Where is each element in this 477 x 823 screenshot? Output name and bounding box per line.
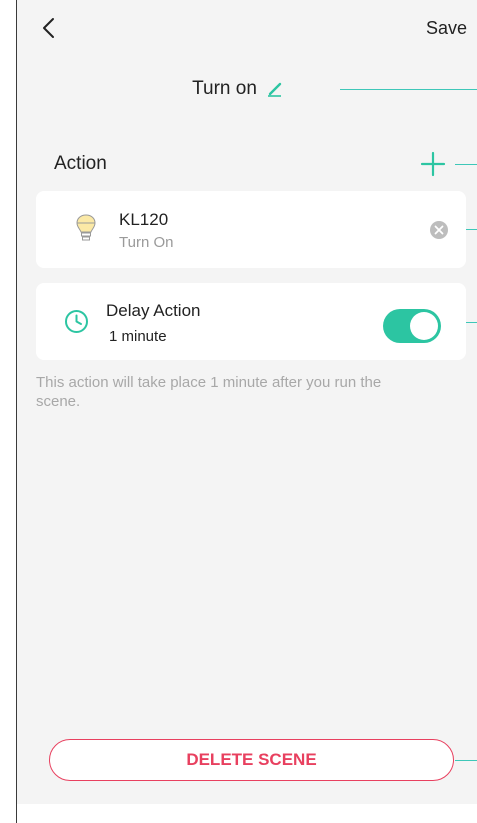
plus-icon[interactable] bbox=[420, 151, 446, 177]
pencil-icon[interactable] bbox=[265, 79, 285, 99]
device-state: Turn On bbox=[119, 234, 174, 251]
delay-toggle[interactable] bbox=[383, 309, 441, 343]
callout-line-add bbox=[455, 164, 477, 165]
clock-icon bbox=[65, 310, 88, 333]
delete-scene-button[interactable]: DELETE SCENE bbox=[49, 739, 454, 781]
toggle-knob bbox=[410, 312, 438, 340]
action-section-label: Action bbox=[54, 153, 107, 174]
action-card[interactable]: KL120 Turn On bbox=[36, 191, 466, 268]
delay-value[interactable]: 1 minute bbox=[109, 328, 167, 345]
save-button[interactable]: Save bbox=[426, 18, 467, 39]
close-circle-icon[interactable] bbox=[429, 220, 449, 240]
delay-note: This action will take place 1 minute aft… bbox=[36, 374, 382, 410]
bulb-icon bbox=[76, 214, 96, 241]
callout-line-delete bbox=[455, 760, 477, 761]
delay-card: Delay Action 1 minute bbox=[36, 283, 466, 360]
delay-label: Delay Action bbox=[106, 301, 201, 320]
scene-title: Turn on bbox=[192, 78, 257, 99]
back-icon[interactable] bbox=[38, 16, 62, 40]
device-name: KL120 bbox=[119, 210, 169, 229]
scene-title-row: Turn on bbox=[0, 78, 477, 100]
